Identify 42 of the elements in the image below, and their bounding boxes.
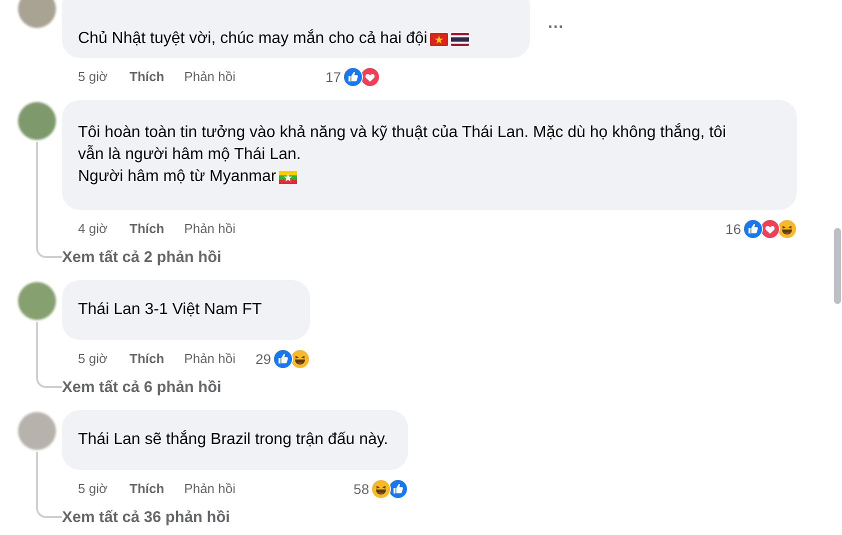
laughing-face-icon — [290, 349, 310, 369]
comment-time[interactable]: 5 giờ — [78, 67, 108, 87]
view-replies-link[interactable]: Xem tất cả 36 phản hồi — [62, 506, 230, 528]
thread-line — [36, 452, 62, 518]
reaction-count[interactable]: 29 — [256, 348, 272, 370]
more-options-icon[interactable]: ··· — [548, 16, 564, 40]
comment-text: Tôi hoàn toàn tin tưởng vào khả năng và kỹ thuật của Thái Lan. Mặc dù họ không thắng, tôi vẫn là người hâm mộ Thái Lan. — [78, 124, 726, 163]
view-replies-link[interactable]: Xem tất cả 6 phản hồi — [62, 376, 222, 398]
like-link[interactable]: Thích — [130, 349, 164, 369]
comment-time[interactable]: 5 giờ — [78, 479, 108, 499]
like-link[interactable]: Thích — [130, 219, 164, 239]
reaction-count[interactable]: 58 — [354, 478, 370, 500]
thumbs-up-icon — [743, 219, 763, 239]
comment-text: Chủ Nhật tuyệt vời, chúc may mắn cho cả hai đội — [78, 28, 428, 49]
thread-line — [36, 322, 62, 388]
reply-link[interactable]: Phản hồi — [184, 479, 236, 499]
avatar-placeholder[interactable] — [18, 0, 56, 28]
laughing-face-icon — [371, 479, 392, 499]
thumbs-up-icon — [343, 67, 364, 87]
view-replies-link[interactable]: Xem tất cả 2 phản hồi — [62, 246, 222, 268]
thumbs-up-icon — [273, 349, 294, 369]
comment-text: Người hâm mộ từ Myanmar — [78, 167, 276, 187]
flag-icon — [451, 32, 470, 46]
comment-time[interactable]: 5 giờ — [78, 349, 108, 369]
thumbs-up-icon — [388, 479, 408, 499]
like-link[interactable]: Thích — [130, 67, 164, 87]
comment-time[interactable]: 4 giờ — [78, 219, 108, 239]
flag-icon — [430, 32, 448, 46]
flag-icon — [279, 170, 298, 184]
comment-text: Thái Lan sẽ thắng Brazil trong trận đấu này. — [78, 429, 388, 450]
reaction-count[interactable]: 16 — [725, 218, 741, 240]
comment-text: Thái Lan 3-1 Việt Nam FT — [78, 300, 262, 320]
reaction-count[interactable]: 17 — [326, 66, 342, 88]
avatar-placeholder[interactable] — [18, 412, 56, 450]
reply-link[interactable]: Phản hồi — [184, 67, 236, 87]
reply-link[interactable]: Phản hồi — [184, 349, 236, 369]
scrollbar[interactable] — [834, 228, 841, 304]
avatar-placeholder[interactable] — [18, 102, 56, 140]
like-link[interactable]: Thích — [130, 479, 164, 499]
reply-link[interactable]: Phản hồi — [184, 219, 236, 239]
laughing-face-icon — [777, 219, 797, 239]
avatar-placeholder[interactable] — [18, 282, 56, 320]
